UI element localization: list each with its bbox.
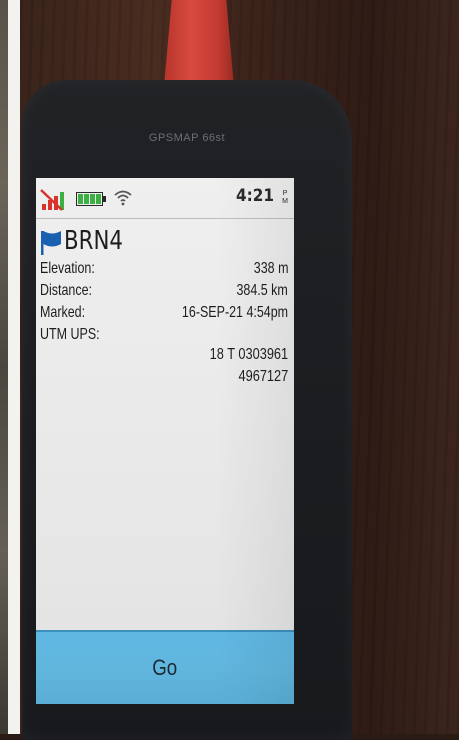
field-value: 338 m bbox=[253, 260, 288, 277]
field-label: UTM UPS: bbox=[40, 326, 100, 343]
field-label: Marked: bbox=[40, 304, 86, 321]
battery-full-icon bbox=[76, 192, 106, 206]
field-elevation: Elevation: 338 m bbox=[40, 260, 288, 280]
no-cellular-signal-icon bbox=[40, 189, 64, 211]
wifi-icon bbox=[114, 190, 132, 206]
meridiem-top: P bbox=[282, 190, 288, 197]
field-value: 16-SEP-21 4:54pm bbox=[181, 304, 288, 321]
clock-meridiem: P M bbox=[282, 190, 288, 206]
field-label: Elevation: bbox=[40, 260, 95, 277]
field-label: Distance: bbox=[40, 282, 93, 299]
field-value: 384.5 km bbox=[236, 282, 288, 299]
meridiem-bottom: M bbox=[282, 198, 288, 205]
field-utm: UTM UPS: bbox=[40, 326, 288, 346]
device-screen: 4:21 P M BRN4 Elevation: 338 m Distance:… bbox=[36, 178, 294, 704]
go-button-label: Go bbox=[152, 655, 178, 680]
red-lanyard bbox=[163, 0, 235, 88]
device-model-label: GPSMAP 66st bbox=[148, 132, 226, 144]
background-gap bbox=[8, 0, 20, 734]
status-bar: 4:21 P M bbox=[36, 178, 294, 219]
utm-northing: 4967127 bbox=[238, 368, 288, 385]
go-button[interactable]: Go bbox=[36, 630, 294, 704]
utm-zone-easting: 18 T 0303961 bbox=[209, 346, 288, 363]
field-distance: Distance: 384.5 km bbox=[40, 282, 288, 302]
flag-icon bbox=[41, 231, 61, 255]
screen-shade bbox=[36, 178, 294, 704]
clock-time: 4:21 bbox=[235, 186, 274, 206]
gps-device: GPSMAP 66st 4:21 P M BRN4 Elevation: 338… bbox=[22, 80, 352, 740]
waypoint-name: BRN4 bbox=[64, 226, 123, 256]
field-marked: Marked: 16-SEP-21 4:54pm bbox=[40, 304, 288, 324]
